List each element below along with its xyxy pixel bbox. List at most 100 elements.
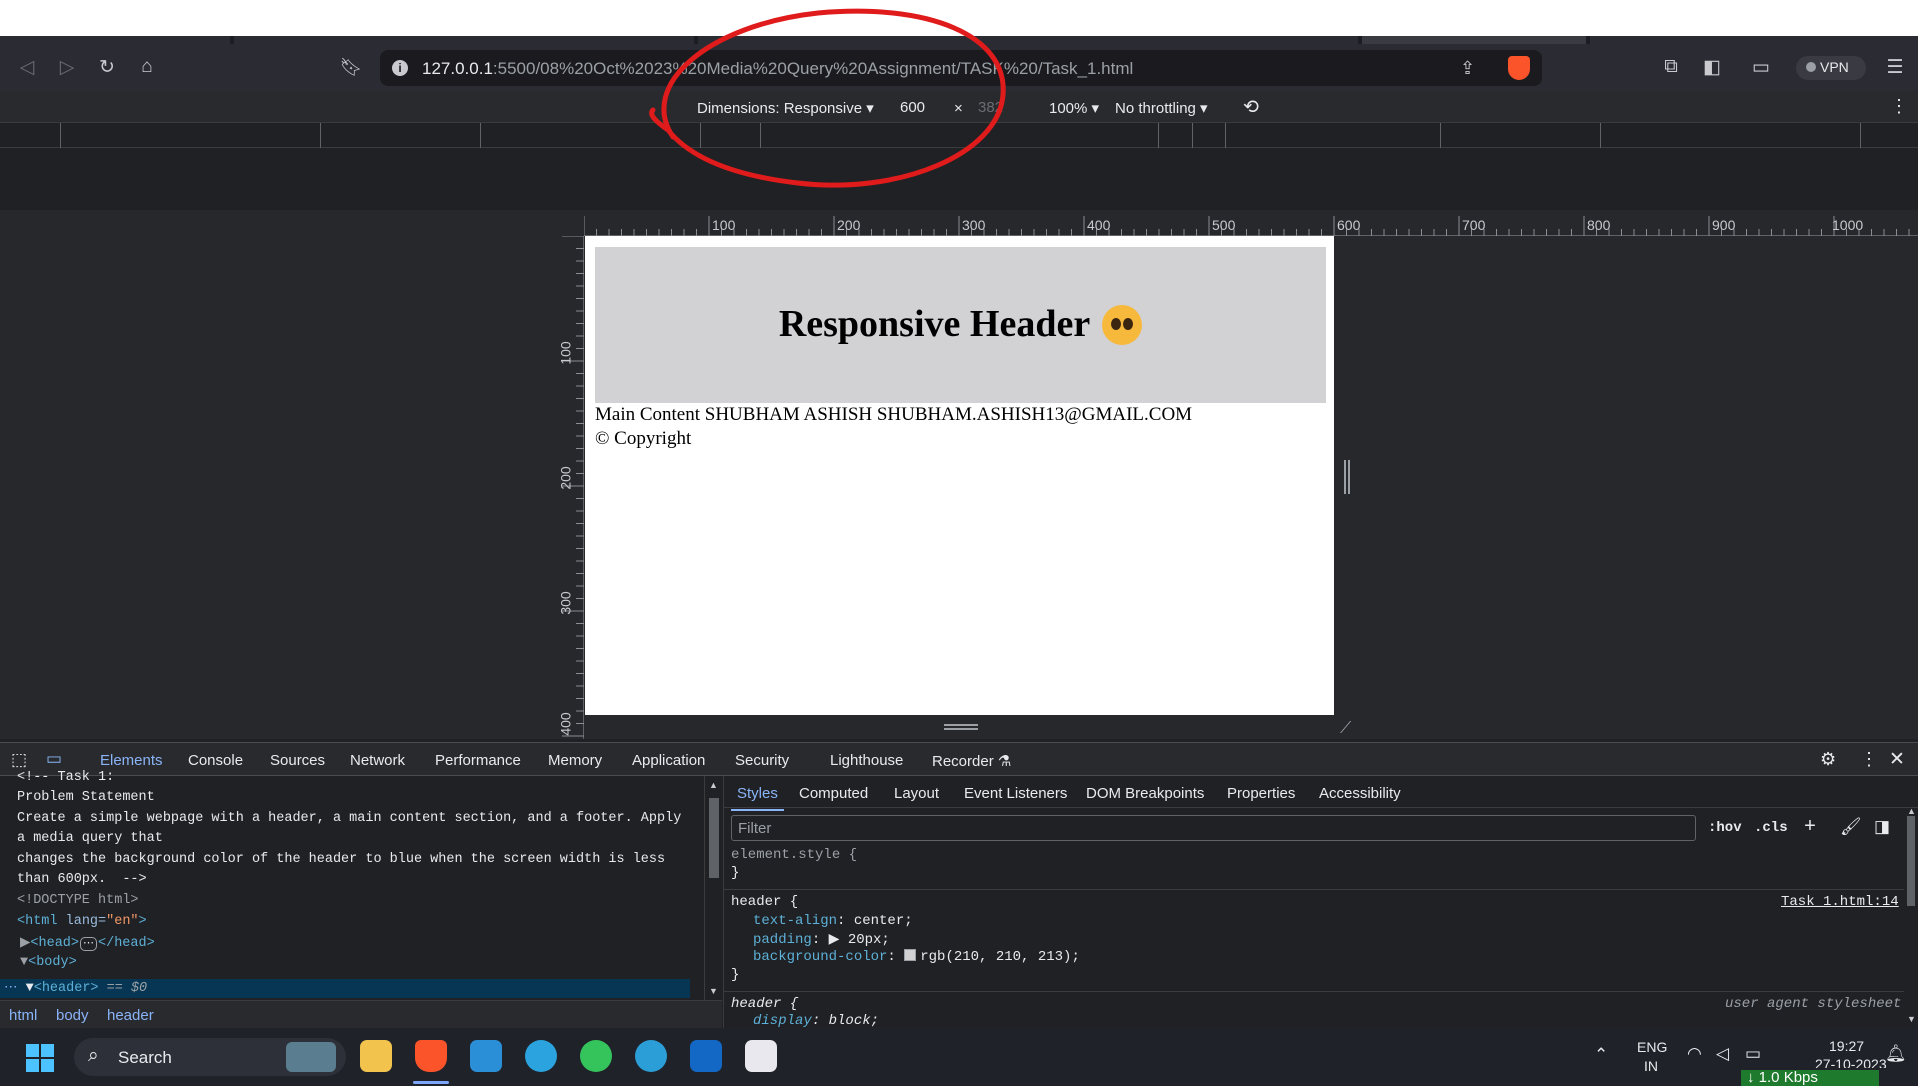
elements-scrollbar[interactable]: ▲ ▼: [704, 776, 722, 1000]
close-devtools-icon[interactable]: ✕: [1889, 748, 1905, 771]
resize-handle-corner[interactable]: ⟋: [1340, 720, 1358, 738]
header-rule-selector[interactable]: header {: [731, 894, 798, 910]
filter-input[interactable]: [732, 816, 1695, 840]
brave-shields-icon[interactable]: [1508, 56, 1530, 80]
outlook-icon[interactable]: [690, 1040, 722, 1072]
rule-source-link[interactable]: Task_1.html:14: [1781, 894, 1899, 910]
clock-date[interactable]: 27-10-2023: [1815, 1056, 1887, 1068]
media-query-marker[interactable]: [1440, 123, 1441, 148]
telegram-icon[interactable]: [525, 1040, 557, 1072]
inspect-element-icon[interactable]: ⬚: [11, 750, 27, 770]
resize-handle-right[interactable]: [1344, 460, 1350, 494]
add-rule-icon[interactable]: +: [1804, 816, 1816, 839]
css-declaration[interactable]: padding: ▶ 20px;: [753, 931, 890, 948]
collapse-triangle-icon[interactable]: ▼: [26, 981, 34, 996]
forward-icon[interactable]: ▷: [52, 52, 82, 82]
cls-toggle[interactable]: .cls: [1754, 820, 1788, 836]
dom-comment-line[interactable]: changes the background color of the head…: [17, 852, 665, 867]
share-icon[interactable]: ⇪: [1460, 58, 1475, 79]
scroll-down-icon[interactable]: ▼: [709, 986, 718, 996]
tab-network[interactable]: Network: [350, 752, 405, 769]
hov-toggle[interactable]: :hov: [1708, 820, 1742, 836]
width-input[interactable]: 600: [900, 99, 925, 116]
whatsapp-icon[interactable]: [580, 1040, 612, 1072]
tab-sources[interactable]: Sources: [270, 752, 325, 769]
css-declaration[interactable]: background-color: rgb(210, 210, 213);: [753, 949, 1080, 965]
sidebar-toggle-icon[interactable]: ◨: [1874, 817, 1890, 838]
expand-triangle-icon[interactable]: ▶: [20, 936, 30, 951]
tray-overflow-icon[interactable]: ⌃: [1594, 1045, 1608, 1065]
back-icon[interactable]: ◁: [12, 52, 42, 82]
device-toggle-icon[interactable]: ▭: [46, 749, 62, 769]
zoom-dropdown[interactable]: 100% ▾: [1049, 99, 1099, 117]
language-top[interactable]: ENG: [1637, 1039, 1667, 1055]
scroll-up-icon[interactable]: ▲: [709, 780, 718, 790]
snipping-tool-icon[interactable]: [745, 1040, 777, 1072]
windows-start-icon[interactable]: [26, 1044, 54, 1072]
media-query-marker[interactable]: [1860, 123, 1861, 148]
row-menu-icon[interactable]: ⋯: [4, 981, 18, 996]
styles-scrollbar[interactable]: ▲ ▼: [1904, 806, 1918, 1028]
wifi-icon[interactable]: ◠: [1687, 1044, 1702, 1064]
tab[interactable]: [1590, 36, 1918, 44]
media-query-marker[interactable]: [1600, 123, 1601, 148]
sidebar-icon[interactable]: ◧: [1697, 52, 1727, 82]
dom-doctype-line[interactable]: <!DOCTYPE html>: [17, 893, 139, 908]
rotate-icon[interactable]: ⟲: [1243, 96, 1259, 119]
dom-body-node[interactable]: ▼<body>: [20, 955, 77, 970]
collapse-triangle-icon[interactable]: ▼: [20, 955, 28, 970]
notification-icon[interactable]: 🔔︎: [1885, 1044, 1907, 1064]
tab-lighthouse[interactable]: Lighthouse: [830, 752, 903, 769]
tab[interactable]: [1362, 36, 1586, 44]
tab-recorder[interactable]: Recorder ⚗: [932, 752, 1011, 770]
reload-icon[interactable]: ↻: [92, 52, 122, 82]
home-icon[interactable]: ⌂: [132, 52, 162, 82]
extensions-icon[interactable]: ⧉: [1656, 52, 1686, 82]
tab[interactable]: [698, 36, 1358, 44]
media-query-marker[interactable]: [1225, 123, 1226, 148]
taskbar-search[interactable]: ⌕ Search: [74, 1038, 346, 1076]
css-declaration[interactable]: text-align: center;: [753, 913, 913, 929]
css-declaration[interactable]: display: block;: [753, 1013, 879, 1027]
dom-header-node[interactable]: ⋯ ▼<header> == $0: [4, 979, 147, 996]
paint-brush-icon[interactable]: 🖌︎: [1840, 817, 1862, 838]
tab-security[interactable]: Security: [735, 752, 789, 769]
tab-properties[interactable]: Properties: [1227, 785, 1295, 802]
url-text[interactable]: 127.0.0.1:5500/08%20Oct%2023%20Media%20Q…: [422, 59, 1133, 79]
tab-performance[interactable]: Performance: [435, 752, 521, 769]
site-info-icon[interactable]: i: [392, 60, 408, 76]
color-swatch[interactable]: [904, 949, 917, 961]
tab[interactable]: [0, 36, 230, 44]
scrollbar-thumb[interactable]: [1907, 816, 1915, 906]
tab-styles[interactable]: Styles: [731, 785, 784, 811]
tab-console[interactable]: Console: [188, 752, 243, 769]
tab-elements[interactable]: Elements: [94, 752, 169, 778]
more-options-icon[interactable]: ⋮: [1890, 96, 1908, 117]
wallet-icon[interactable]: ▭: [1746, 52, 1776, 82]
address-bar[interactable]: i 127.0.0.1:5500/08%20Oct%2023%20Media%2…: [380, 50, 1542, 86]
media-query-marker[interactable]: [320, 123, 321, 148]
tab-memory[interactable]: Memory: [548, 752, 602, 769]
height-input[interactable]: 382: [978, 99, 1003, 116]
vpn-button[interactable]: VPN: [1796, 56, 1866, 80]
dom-comment-line[interactable]: a media query that: [17, 831, 163, 846]
dimensions-dropdown[interactable]: Dimensions: Responsive ▾: [697, 99, 874, 117]
throttling-dropdown[interactable]: No throttling ▾: [1115, 99, 1208, 117]
ua-rule-selector[interactable]: header {: [731, 996, 798, 1012]
tab-dom-breakpoints[interactable]: DOM Breakpoints: [1086, 785, 1204, 802]
ellipsis-badge[interactable]: ⋯: [80, 937, 97, 951]
edge-icon[interactable]: [635, 1040, 667, 1072]
tab-application[interactable]: Application: [632, 752, 705, 769]
media-query-marker[interactable]: [1192, 123, 1193, 148]
tab-event-listeners[interactable]: Event Listeners: [964, 785, 1067, 802]
media-query-marker[interactable]: [760, 123, 761, 148]
expand-triangle-icon[interactable]: ▶: [829, 932, 840, 948]
media-query-marker[interactable]: [60, 123, 61, 148]
element-style-rule[interactable]: element.style {: [731, 847, 857, 863]
devtools-more-icon[interactable]: ⋮: [1860, 749, 1878, 770]
tab-accessibility[interactable]: Accessibility: [1319, 785, 1401, 802]
brave-browser-icon[interactable]: [415, 1040, 447, 1072]
dom-comment-line[interactable]: Problem Statement: [17, 790, 155, 805]
vscode-icon[interactable]: [470, 1040, 502, 1072]
language-bottom[interactable]: IN: [1644, 1058, 1658, 1074]
